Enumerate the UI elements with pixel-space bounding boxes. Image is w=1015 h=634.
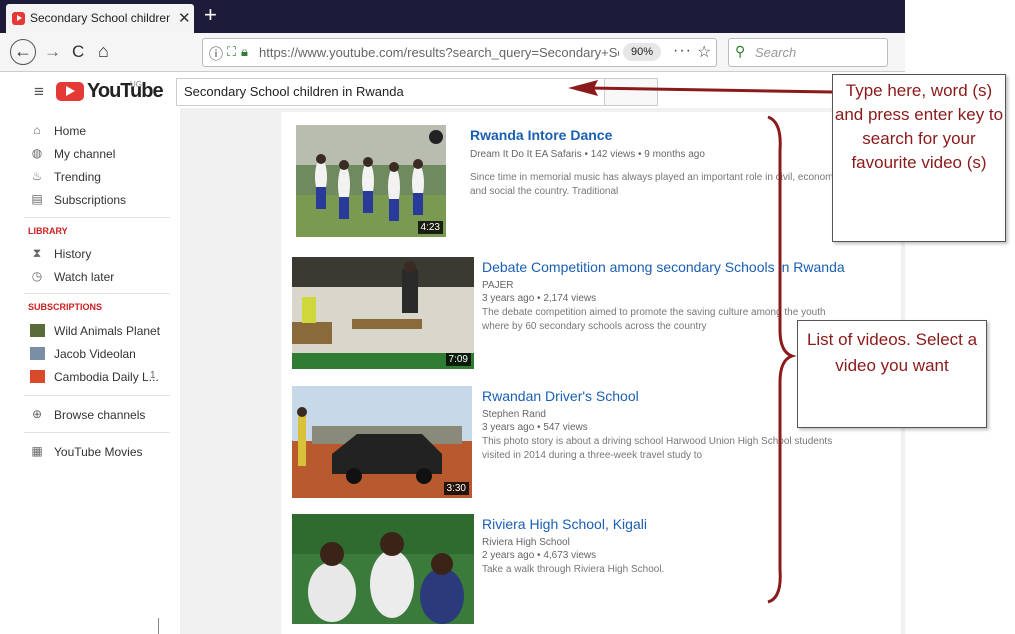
search-instruction-callout: Type here, word (s) and press enter key … xyxy=(832,74,1006,242)
screenshot-frame: Secondary School children in R ✕ + ← → C… xyxy=(0,0,1015,634)
list-instruction-callout: List of videos. Select a video you want xyxy=(797,320,987,428)
search-annotation-arrow xyxy=(568,80,833,96)
results-brace-icon xyxy=(767,115,797,604)
